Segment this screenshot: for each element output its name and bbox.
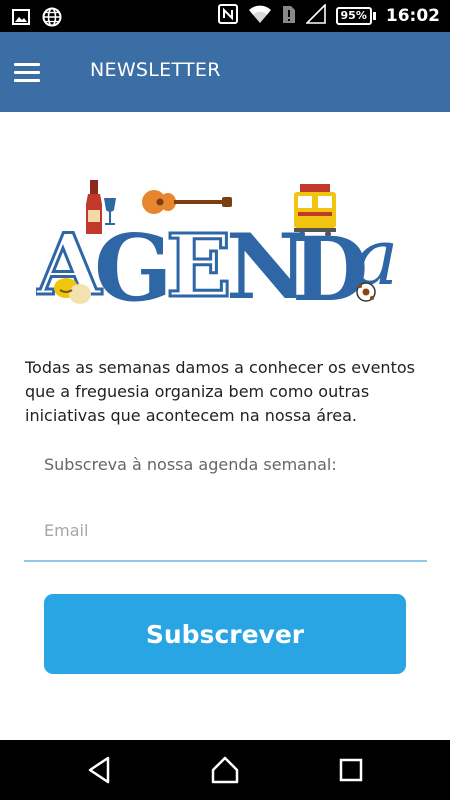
system-nav-bar	[0, 740, 450, 800]
svg-text:A: A	[36, 215, 103, 314]
email-field[interactable]	[24, 500, 427, 562]
signal-icon	[304, 3, 326, 28]
svg-text:E: E	[166, 216, 232, 316]
intro-text: Todas as semanas damos a conhecer os eve…	[25, 358, 415, 425]
subscribe-label: Subscreva à nossa agenda semanal:	[44, 455, 337, 474]
page-title: NEWSLETTER	[90, 59, 221, 81]
guitar-icon	[142, 190, 232, 214]
sim-alert-icon	[282, 4, 296, 28]
home-icon[interactable]	[209, 755, 241, 785]
status-bar: 95% 16:02	[0, 0, 450, 32]
svg-text:G: G	[94, 214, 173, 316]
subscribe-button[interactable]: Subscrever	[44, 594, 406, 674]
recents-icon[interactable]	[336, 755, 368, 785]
clock: 16:02	[385, 6, 440, 26]
app-bar: NEWSLETTER	[0, 32, 450, 112]
agenda-logo: A G E N D a	[36, 180, 399, 316]
image-icon	[12, 9, 30, 29]
menu-button[interactable]	[14, 56, 48, 88]
nfc-icon	[217, 4, 238, 28]
hamburger-icon	[14, 62, 40, 66]
wifi-icon	[248, 4, 272, 28]
globe-icon	[42, 7, 62, 31]
football-icon	[356, 282, 376, 302]
battery-level: 95%	[335, 7, 372, 25]
battery-icon: 95%	[335, 7, 376, 25]
back-icon[interactable]	[84, 755, 116, 785]
